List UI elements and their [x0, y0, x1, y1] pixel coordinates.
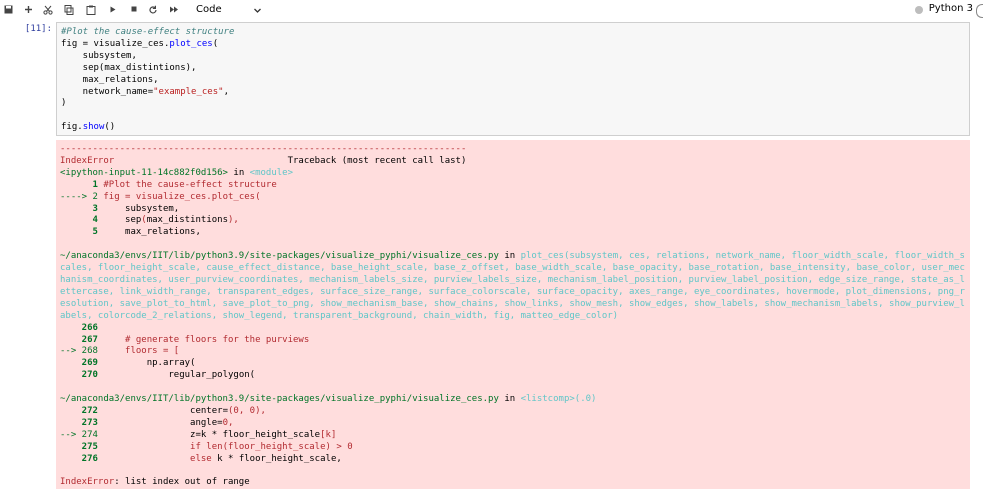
code-line: fig = visualize_ces.plot_ces(	[61, 38, 219, 49]
code-line: max_relations,	[61, 74, 159, 85]
input-reference: <ipython-input-11-14c882f0d156>	[60, 167, 228, 178]
cell-prompt: [11]:	[24, 24, 52, 34]
stop-icon[interactable]	[127, 2, 141, 18]
code-line: network_name="example_ces",	[61, 86, 229, 97]
paste-icon[interactable]	[84, 2, 98, 18]
file-path: ~/anaconda3/envs/IIT/lib/python3.9/site-…	[60, 394, 499, 405]
traceback-line: 1	[60, 179, 104, 190]
traceback-header: Traceback (most recent call last)	[287, 155, 467, 166]
code-line: sep(max_distintions),	[61, 62, 197, 73]
error-name: IndexError	[60, 155, 115, 166]
final-error-name: IndexError	[60, 477, 115, 488]
traceback-line: 275	[60, 441, 104, 452]
traceback-line: 272	[60, 405, 104, 416]
cell-type-value: Code	[196, 4, 222, 15]
code-line: #Plot the cause-effect structure	[61, 27, 235, 37]
traceback-line: 270	[60, 370, 104, 381]
kernel-indicator-icon	[976, 4, 983, 18]
cut-icon[interactable]	[41, 2, 55, 18]
kernel-name[interactable]: Python 3	[929, 3, 973, 14]
traceback-current-line: ----> 2	[60, 191, 104, 202]
code-line: )	[61, 98, 67, 109]
module-name: <module>	[249, 167, 294, 178]
function-signature: plot_ces(subsystem, ces, relations, netw…	[520, 251, 965, 262]
code-editor[interactable]: #Plot the cause-effect structure fig = v…	[57, 23, 969, 134]
restart-icon[interactable]	[146, 2, 160, 18]
code-line: subsystem,	[61, 50, 137, 61]
traceback-current-line: --> 268	[60, 346, 104, 357]
code-cell-input[interactable]: #Plot the cause-effect structure fig = v…	[56, 22, 970, 136]
cell-type-select[interactable]: Code	[191, 2, 266, 18]
copy-icon[interactable]	[62, 2, 76, 18]
kernel-status-icon	[915, 6, 923, 14]
chevron-down-icon	[253, 2, 262, 21]
traceback-dashes: ----------------------------------------…	[60, 144, 467, 154]
error-output: ----------------------------------------…	[56, 140, 970, 489]
traceback-current-line: --> 274	[60, 429, 104, 440]
run-icon[interactable]	[106, 2, 120, 18]
file-path: ~/anaconda3/envs/IIT/lib/python3.9/site-…	[60, 251, 499, 262]
listcomp-name: <listcomp>(.0)	[520, 394, 597, 405]
final-error-message: : list index out of range	[114, 477, 250, 488]
code-line: fig.show()	[61, 122, 116, 133]
notebook-area: [11]: #Plot the cause-effect structure f…	[0, 20, 983, 489]
add-cell-icon[interactable]	[21, 2, 35, 18]
traceback-line: 5	[60, 227, 104, 238]
traceback-line: 269	[60, 358, 104, 369]
traceback-line: 4	[60, 215, 104, 226]
traceback-line: 266	[60, 322, 104, 333]
traceback-line: 3	[60, 203, 104, 214]
fast-forward-icon[interactable]	[167, 2, 181, 18]
notebook-toolbar: Code Python 3	[0, 0, 983, 21]
save-icon[interactable]	[1, 2, 15, 18]
traceback-line: 267	[60, 334, 104, 345]
traceback-line: 273	[60, 417, 104, 428]
traceback-line: 276	[60, 453, 104, 464]
